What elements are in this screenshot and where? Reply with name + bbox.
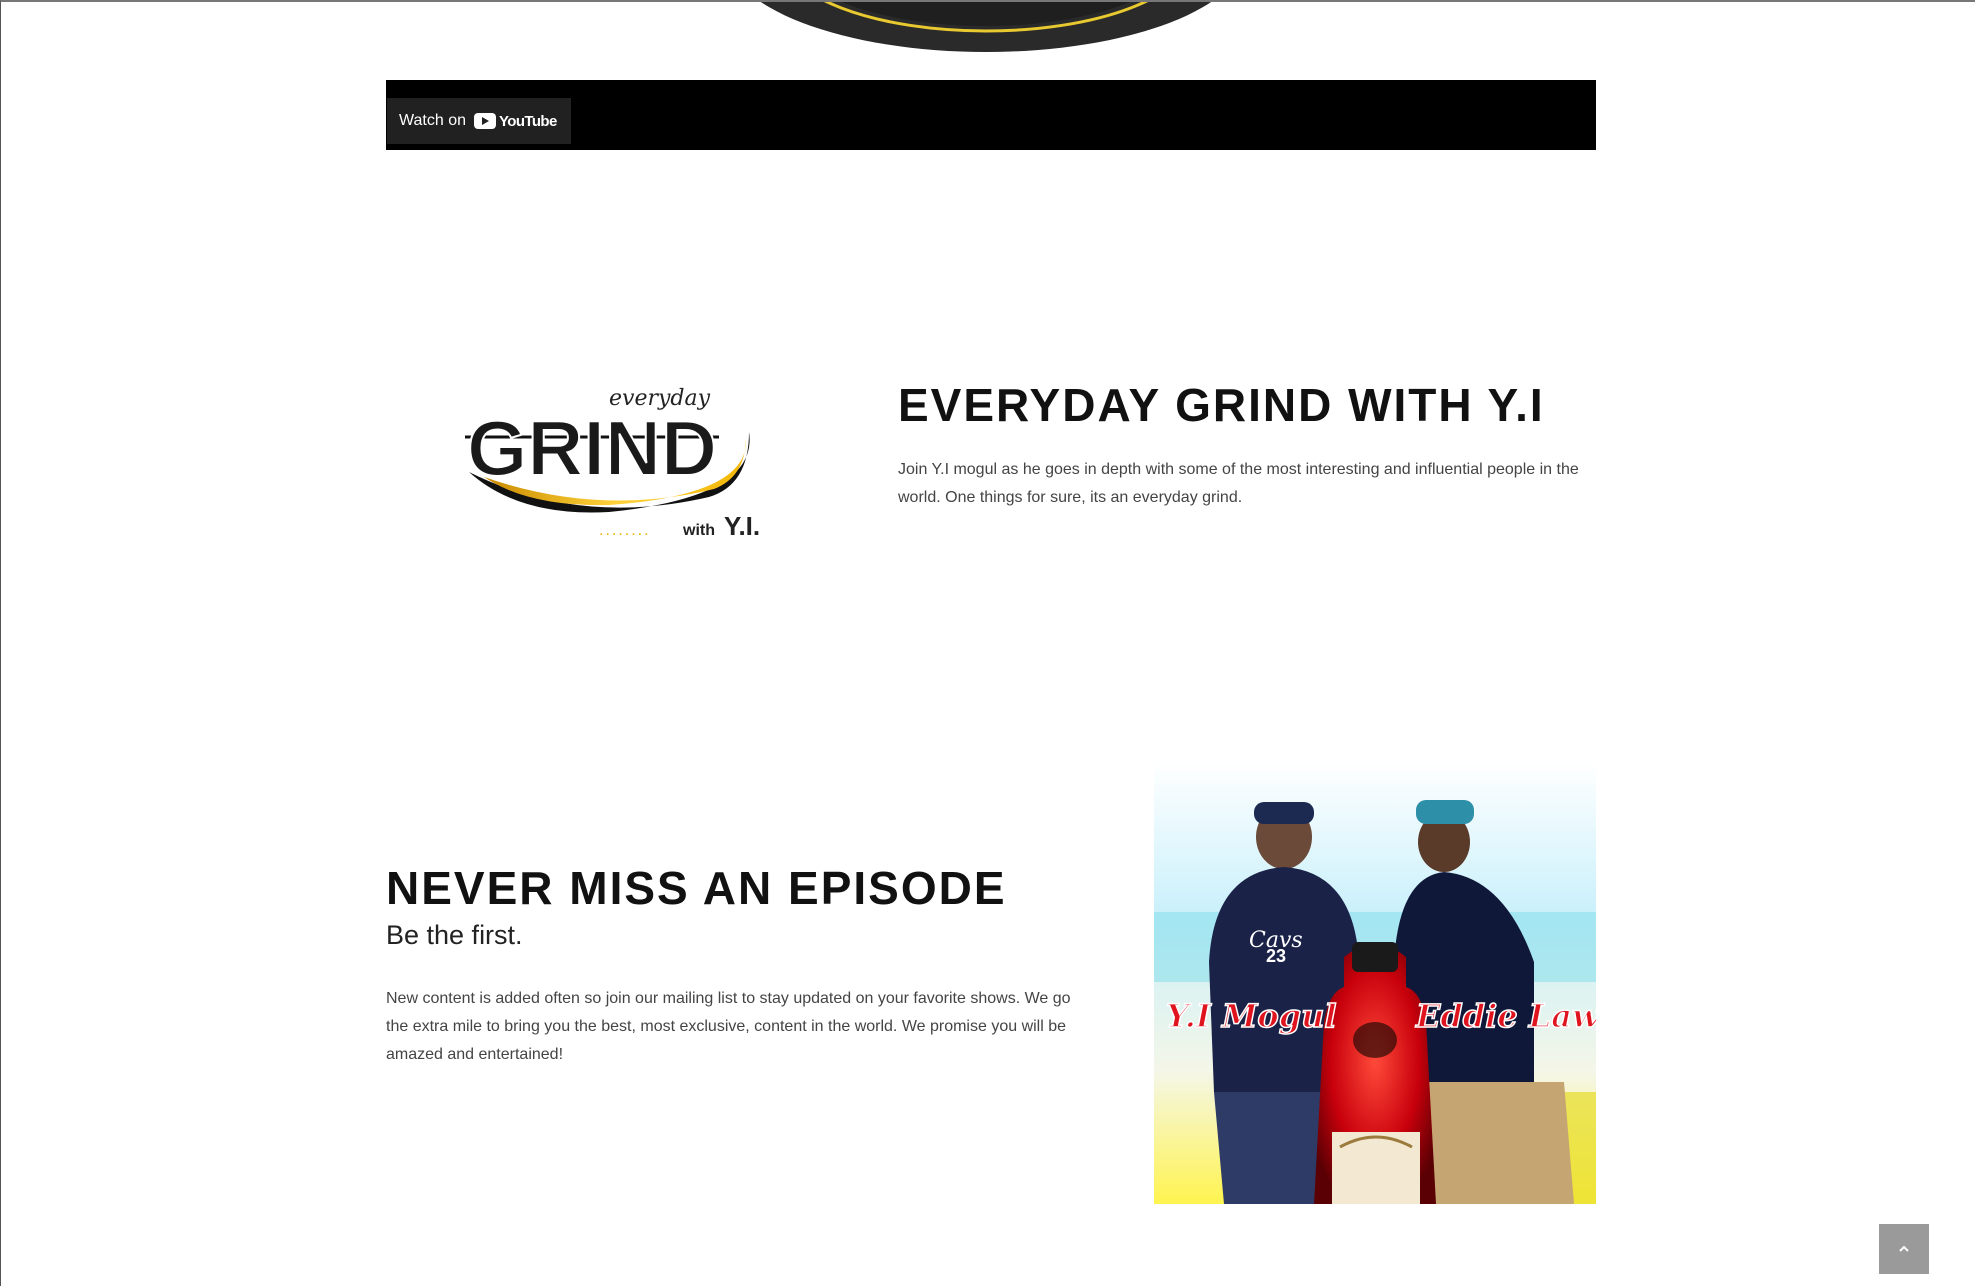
promo-caption-left: Y.I Mogul (1166, 997, 1337, 1035)
logo-name-text: Y.I. (724, 511, 760, 541)
video-player[interactable]: Watch on YouTube (386, 80, 1596, 150)
page: Watch on YouTube GRIND everyday ........… (0, 0, 1975, 1286)
promo-caption-right: Eddie Law (1415, 997, 1596, 1035)
watch-on-youtube-button[interactable]: Watch on YouTube (387, 98, 571, 144)
never-miss-subheading: Be the first. (386, 920, 523, 950)
youtube-play-icon (474, 113, 496, 129)
svg-text:23: 23 (1266, 946, 1286, 966)
logo-script-text: everyday (609, 386, 711, 411)
everyday-grind-description: Join Y.I mogul as he goes in depth with … (898, 461, 1579, 506)
youtube-logo: YouTube (474, 113, 557, 130)
watch-on-label: Watch on (399, 112, 466, 129)
everyday-grind-heading: EVERYDAY GRIND WITH Y.I (898, 379, 1545, 431)
logo-main-text: GRIND (467, 404, 717, 492)
logo-with-text: with (682, 522, 715, 539)
promo-photo: Cavs 23 Y.I Mogul Eddie Law (1154, 762, 1596, 1204)
video-thumbnail-art (760, 2, 1212, 52)
chevron-up-icon (1899, 1245, 1909, 1252)
logo-dots: ........ (599, 522, 651, 539)
grind-logo-graphic: GRIND everyday ........ with Y.I. (465, 386, 760, 541)
never-miss-heading: NEVER MISS AN EPISODE (386, 862, 1007, 914)
youtube-label: YouTube (499, 112, 557, 130)
promo-photo-graphic: Cavs 23 Y.I Mogul Eddie Law (1154, 762, 1596, 1204)
never-miss-description: New content is added often so join our m… (386, 990, 1071, 1063)
back-to-top-button[interactable] (1879, 1224, 1929, 1274)
everyday-grind-logo: GRIND everyday ........ with Y.I. (459, 377, 779, 547)
